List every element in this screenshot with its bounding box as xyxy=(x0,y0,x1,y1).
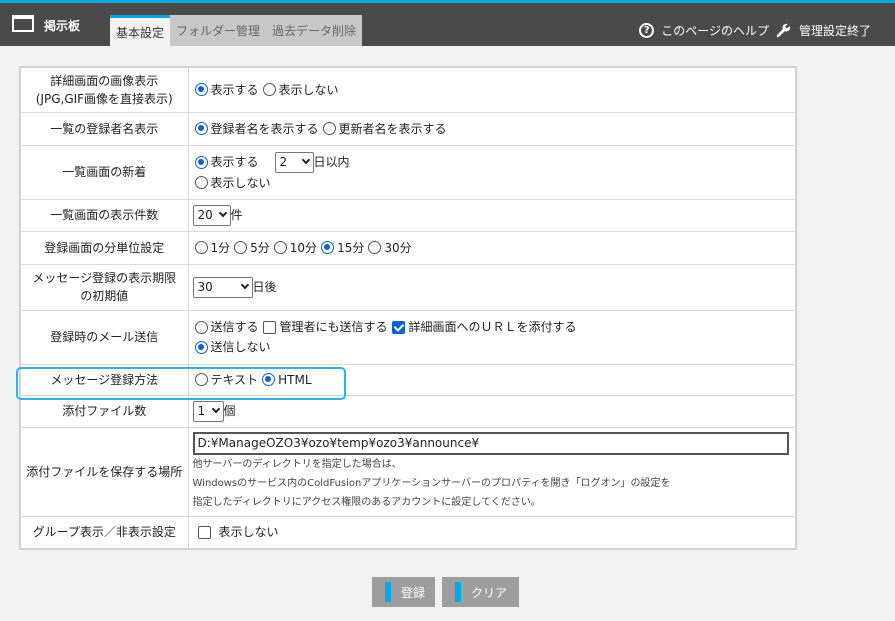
format-text-radio[interactable]: テキスト xyxy=(194,370,258,390)
poster-name-registrant-radio[interactable]: 登録者名を表示する xyxy=(194,119,319,139)
row-poster-name: 一覧の登録者名表示 登録者名を表示する 更新者名を表示する xyxy=(19,111,797,146)
row-label: 添付ファイルを保存する場所 xyxy=(19,426,189,517)
attach-count-select[interactable]: 1 xyxy=(192,400,224,422)
mail-admin-checkbox[interactable]: 管理者にも送信する xyxy=(262,317,388,337)
tab-bar: 基本設定 フォルダー管理 過去データ削除 xyxy=(110,15,363,46)
minute-5-radio[interactable]: 5分 xyxy=(234,238,270,258)
row-label: 一覧の登録者名表示 xyxy=(19,111,189,146)
chevron-down-icon xyxy=(240,280,249,290)
row-label: メッセージ登録方法 xyxy=(19,363,189,396)
help-icon: ? xyxy=(639,23,655,38)
mail-attach-url-checkbox[interactable]: 詳細画面へのＵＲＬを添付する xyxy=(391,317,577,337)
register-button[interactable]: 登録 xyxy=(372,577,436,607)
label-line: メッセージ登録の表示期限 xyxy=(32,271,177,285)
attach-path-note: 指定したディレクトリにアクセス権限のあるアカウントに設定してください。 xyxy=(192,496,541,508)
mail-no-send-radio[interactable]: 送信しない xyxy=(194,337,271,357)
image-display-hide-radio[interactable]: 表示しない xyxy=(262,80,339,100)
minute-30-radio[interactable]: 30分 xyxy=(368,238,412,258)
app-title: 掲示板 xyxy=(44,19,81,33)
chevron-down-icon xyxy=(301,155,310,165)
row-label: 登録画面の分単位設定 xyxy=(19,230,189,265)
new-mark-hide-radio[interactable]: 表示しない xyxy=(194,173,271,193)
help-label: このページのヘルプ xyxy=(661,24,769,38)
mail-send-radio[interactable]: 送信する xyxy=(194,317,259,337)
exit-admin-label: 管理設定終了 xyxy=(798,24,871,38)
row-label: 一覧画面の新着 xyxy=(19,144,189,200)
row-label: メッセージ登録の表示期限 の初期値 xyxy=(19,263,189,311)
expiry-days-select[interactable]: 30 xyxy=(192,276,253,298)
row-label: 一覧画面の表示件数 xyxy=(19,198,189,232)
label-line: の初期値 xyxy=(80,289,129,303)
row-group-display: グループ表示／非表示設定 表示しない xyxy=(19,515,797,550)
row-expiry: メッセージ登録の表示期限 の初期値 30 日後 xyxy=(19,263,797,311)
row-attach-count: 添付ファイル数 1 個 xyxy=(19,394,797,428)
help-link[interactable]: ? このページのヘルプ xyxy=(639,22,769,39)
row-label: 詳細画面の画像表示 (JPG,GIF画像を直接表示) xyxy=(19,66,189,113)
attach-path-note: Windowsのサービス内のColdFusionアプリケーションサーバーのプロパ… xyxy=(192,477,671,489)
minute-10-radio[interactable]: 10分 xyxy=(273,238,317,258)
new-mark-days-select[interactable]: 2 xyxy=(274,151,314,173)
row-list-count: 一覧画面の表示件数 20 件 xyxy=(19,198,797,232)
new-mark-show-radio[interactable]: 表示する xyxy=(194,152,259,172)
row-message-format: メッセージ登録方法 テキスト HTML xyxy=(19,363,797,396)
row-attach-path: 添付ファイルを保存する場所 D:¥ManageOZO3¥ozo¥temp¥ozo… xyxy=(19,426,797,517)
tab-basic-settings[interactable]: 基本設定 xyxy=(110,15,171,46)
row-label: 添付ファイル数 xyxy=(19,394,189,428)
tab-delete-old-data[interactable]: 過去データ削除 xyxy=(266,15,363,46)
attach-path-input[interactable]: D:¥ManageOZO3¥ozo¥temp¥ozo3¥announce¥ xyxy=(192,431,789,455)
clear-button[interactable]: クリア xyxy=(442,577,520,607)
button-accent xyxy=(455,582,462,602)
list-count-select[interactable]: 20 xyxy=(192,204,231,226)
row-image-display: 詳細画面の画像表示 (JPG,GIF画像を直接表示) 表示する 表示しない xyxy=(19,66,797,113)
format-html-radio[interactable]: HTML xyxy=(262,370,312,390)
minute-1-radio[interactable]: 1分 xyxy=(194,238,230,258)
minute-15-radio[interactable]: 15分 xyxy=(321,238,364,258)
tab-folder-management[interactable]: フォルダー管理 xyxy=(170,15,267,46)
wrench-icon xyxy=(776,23,790,38)
row-label: 登録時のメール送信 xyxy=(19,309,189,365)
exit-admin-link[interactable]: 管理設定終了 xyxy=(776,22,871,39)
chevron-down-icon xyxy=(211,404,220,414)
group-hide-checkbox[interactable]: 表示しない xyxy=(197,522,279,542)
label-line: (JPG,GIF画像を直接表示) xyxy=(35,91,173,106)
settings-table: 詳細画面の画像表示 (JPG,GIF画像を直接表示) 表示する 表示しない 一覧… xyxy=(19,66,797,550)
chevron-down-icon xyxy=(218,208,227,218)
row-mail: 登録時のメール送信 送信する 管理者にも送信する 詳細画面へのＵＲＬを添付する … xyxy=(19,309,797,365)
row-minute-unit: 登録画面の分単位設定 1分 5分 10分 15分 30分 xyxy=(19,230,797,265)
poster-name-updater-radio[interactable]: 更新者名を表示する xyxy=(322,119,447,139)
button-bar: 登録 クリア xyxy=(372,577,520,607)
row-new-mark: 一覧画面の新着 表示する 2 日以内 表示しない xyxy=(19,144,797,200)
board-icon xyxy=(12,15,34,32)
button-accent xyxy=(385,582,391,602)
label-line: 詳細画面の画像表示 xyxy=(50,73,159,88)
row-label: グループ表示／非表示設定 xyxy=(19,515,189,550)
image-display-show-radio[interactable]: 表示する xyxy=(194,80,259,100)
top-bar: 掲示板 基本設定 フォルダー管理 過去データ削除 ? このページのヘルプ 管理設… xyxy=(0,0,895,46)
attach-path-note: 他サーバーのディレクトリを指定した場合は、 xyxy=(192,458,402,470)
